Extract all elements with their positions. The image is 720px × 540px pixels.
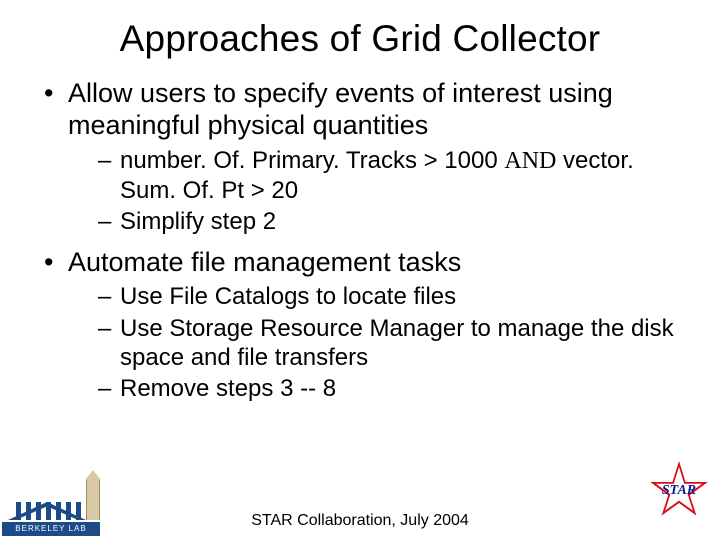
bullet-1-sub-2: Simplify step 2 <box>68 207 682 236</box>
slide-title: Approaches of Grid Collector <box>0 0 720 60</box>
footer-text: STAR Collaboration, July 2004 <box>0 512 720 530</box>
bullet-2-sub-2: Use Storage Resource Manager to manage t… <box>68 314 682 373</box>
bullet-2: Automate file management tasks Use File … <box>38 247 682 404</box>
bullet-1-text: Allow users to specify events of interes… <box>68 78 613 140</box>
slide: Approaches of Grid Collector Allow users… <box>0 0 720 540</box>
bullet-1-sub-1-pre: number. Of. Primary. Tracks > 1000 <box>120 147 504 174</box>
berkeley-lab-label: BERKELEY LAB <box>2 522 100 536</box>
berkeley-lab-logo: BERKELEY LAB <box>2 478 102 538</box>
bullet-2-sub-3: Remove steps 3 -- 8 <box>68 374 682 403</box>
star-logo: STAR <box>646 458 712 524</box>
bullet-1-sub-1: number. Of. Primary. Tracks > 1000 AND v… <box>68 146 682 206</box>
star-label: STAR <box>646 483 712 499</box>
bullet-1-sub-1-and: AND <box>504 148 556 174</box>
bullet-2-sub-1: Use File Catalogs to locate files <box>68 282 682 311</box>
slide-body: Allow users to specify events of interes… <box>0 60 720 403</box>
campanile-icon <box>86 480 100 520</box>
bullet-2-text: Automate file management tasks <box>68 247 461 277</box>
bullet-1: Allow users to specify events of interes… <box>38 78 682 237</box>
